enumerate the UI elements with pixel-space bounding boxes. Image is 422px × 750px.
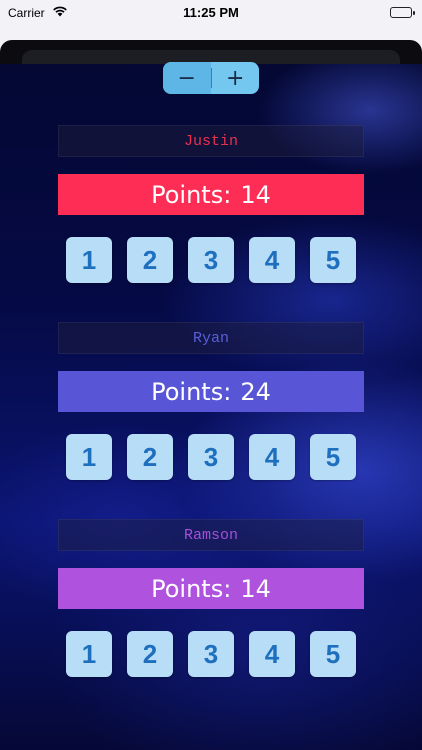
add-1-button[interactable]: 1	[66, 237, 112, 283]
score-buttons: 1 2 3 4 5	[58, 237, 364, 283]
add-5-button[interactable]: 5	[310, 631, 356, 677]
score-buttons: 1 2 3 4 5	[58, 631, 364, 677]
player-card-2: Ryan Points: 24 1 2 3 4 5	[58, 322, 364, 480]
add-2-button[interactable]: 2	[127, 631, 173, 677]
add-3-button[interactable]: 3	[188, 434, 234, 480]
add-3-button[interactable]: 3	[188, 631, 234, 677]
add-4-button[interactable]: 4	[249, 631, 295, 677]
score-buttons: 1 2 3 4 5	[58, 434, 364, 480]
battery-icon	[390, 7, 415, 18]
add-5-button[interactable]: 5	[310, 237, 356, 283]
points-bar: Points: 14	[58, 174, 364, 215]
points-bar: Points: 24	[58, 371, 364, 412]
add-1-button[interactable]: 1	[66, 434, 112, 480]
points-label: Points:	[151, 377, 232, 406]
player-count-stepper[interactable]: − +	[163, 62, 259, 94]
player-name-field[interactable]: Ramson	[58, 519, 364, 551]
points-label: Points:	[151, 180, 232, 209]
add-3-button[interactable]: 3	[188, 237, 234, 283]
add-4-button[interactable]: 4	[249, 434, 295, 480]
player-card-1: Justin Points: 14 1 2 3 4 5	[58, 125, 364, 283]
increment-button[interactable]: +	[212, 62, 260, 94]
add-4-button[interactable]: 4	[249, 237, 295, 283]
points-value: 14	[240, 574, 271, 603]
player-name-field[interactable]: Ryan	[58, 322, 364, 354]
add-2-button[interactable]: 2	[127, 237, 173, 283]
points-label: Points:	[151, 574, 232, 603]
add-1-button[interactable]: 1	[66, 631, 112, 677]
add-2-button[interactable]: 2	[127, 434, 173, 480]
player-card-3: Ramson Points: 14 1 2 3 4 5	[58, 519, 364, 677]
add-5-button[interactable]: 5	[310, 434, 356, 480]
decrement-button[interactable]: −	[163, 62, 211, 94]
clock: 11:25 PM	[183, 5, 239, 20]
status-bar: Carrier 11:25 PM	[0, 0, 422, 28]
points-value: 14	[240, 180, 271, 209]
points-bar: Points: 14	[58, 568, 364, 609]
player-name-field[interactable]: Justin	[58, 125, 364, 157]
points-value: 24	[240, 377, 271, 406]
sheet-header	[0, 28, 422, 64]
